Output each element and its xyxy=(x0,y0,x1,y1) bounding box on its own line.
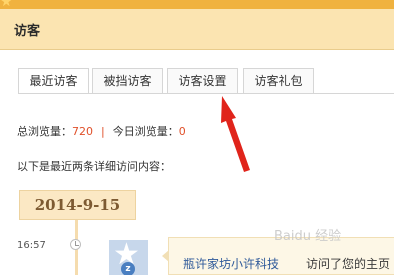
red-arrow-pointer xyxy=(221,96,250,172)
red-arrow-shape xyxy=(221,96,250,172)
